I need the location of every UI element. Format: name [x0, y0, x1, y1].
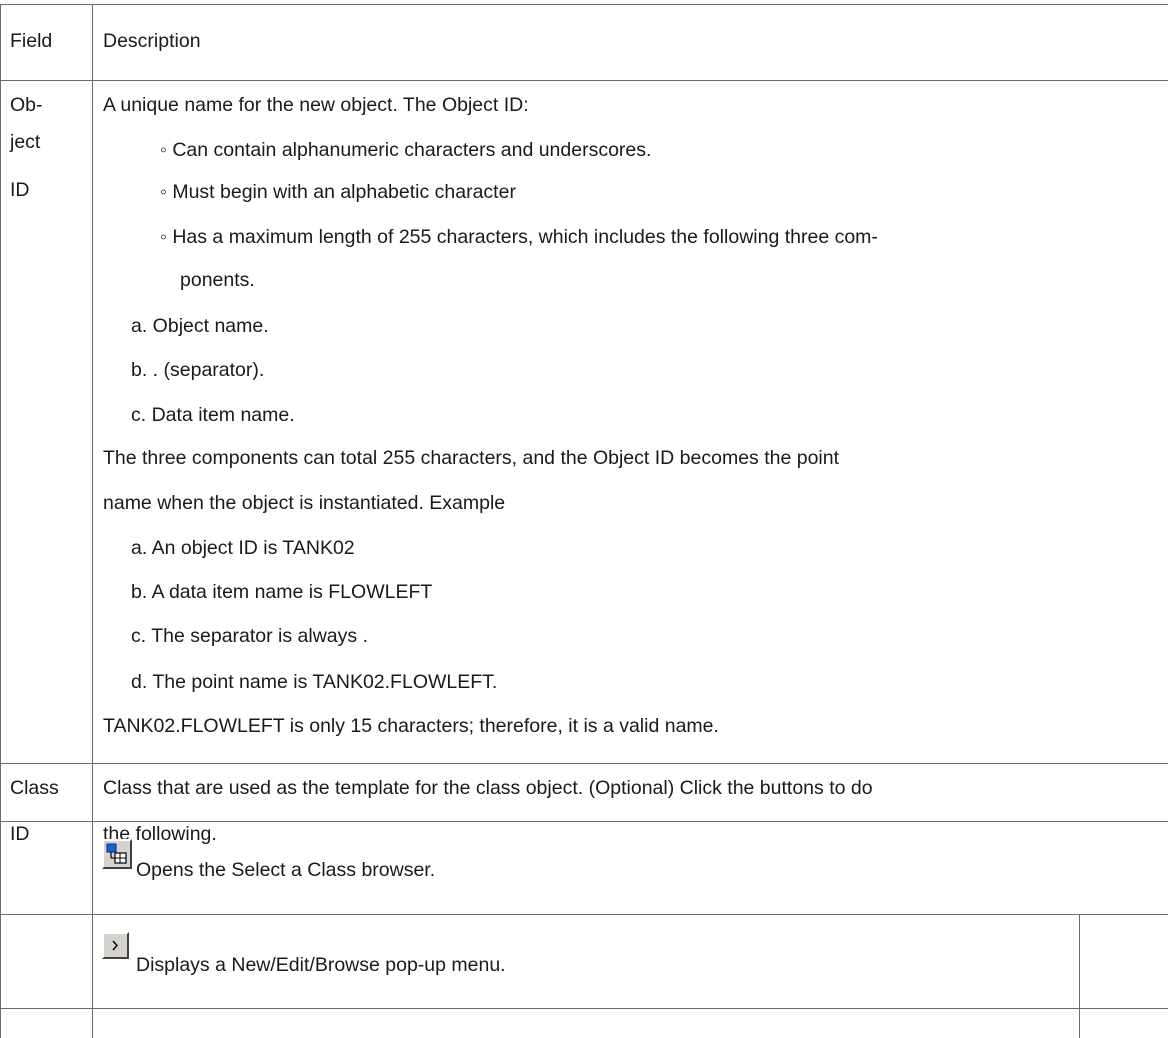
example-step: a. An object ID is TANK02 [131, 537, 355, 559]
header-description: Description [103, 30, 201, 52]
field-description-table: Field Description Ob- ject ID A unique n… [0, 0, 1168, 1038]
row-divider [0, 80, 1168, 81]
example-step: c. The separator is always . [131, 625, 368, 647]
component-item: b. . (separator). [131, 359, 265, 381]
component-item: c. Data item name. [131, 404, 295, 426]
field-object-id-line: ID [10, 179, 30, 201]
popup-menu-button[interactable] [102, 932, 129, 959]
class-browser-icon [106, 843, 127, 864]
row-divider [0, 821, 1168, 822]
object-id-paragraph-line: name when the object is instantiated. Ex… [103, 492, 506, 514]
object-id-bullet: ◦ Can contain alphanumeric characters an… [160, 139, 652, 161]
header-field: Field [10, 30, 53, 52]
row-divider [0, 914, 1168, 915]
field-class-id-line: ID [10, 823, 30, 845]
class-id-description-line: Class that are used as the template for … [103, 777, 873, 799]
object-id-intro: A unique name for the new object. The Ob… [103, 94, 529, 116]
class-browser-button[interactable] [102, 839, 132, 869]
column-divider [1079, 914, 1080, 1038]
object-id-paragraph-line: The three components can total 255 chara… [103, 447, 840, 469]
table-border-top [0, 4, 1168, 5]
example-step: d. The point name is TANK02.FLOWLEFT. [131, 671, 498, 693]
example-step: b. A data item name is FLOWLEFT [131, 581, 433, 603]
field-object-id-line: ject [10, 131, 41, 153]
arrow-right-icon [112, 940, 119, 951]
class-browser-description: Opens the Select a Class browser. [136, 859, 436, 881]
row-divider [0, 763, 1168, 764]
field-object-id-line: Ob- [10, 94, 43, 116]
component-item: a. Object name. [131, 315, 269, 337]
popup-menu-description: Displays a New/Edit/Browse pop-up menu. [136, 954, 506, 976]
object-id-bullet: ◦ Has a maximum length of 255 characters… [160, 226, 878, 248]
object-id-bullet: ◦ Must begin with an alphabetic characte… [160, 181, 516, 203]
table-border-left [0, 4, 1, 1038]
field-class-id-line: Class [10, 777, 59, 799]
object-id-bullet-continuation: ponents. [180, 269, 255, 291]
table-border-bottom [0, 1008, 1168, 1009]
column-divider [92, 4, 93, 1038]
object-id-conclusion: TANK02.FLOWLEFT is only 15 characters; t… [103, 715, 719, 737]
